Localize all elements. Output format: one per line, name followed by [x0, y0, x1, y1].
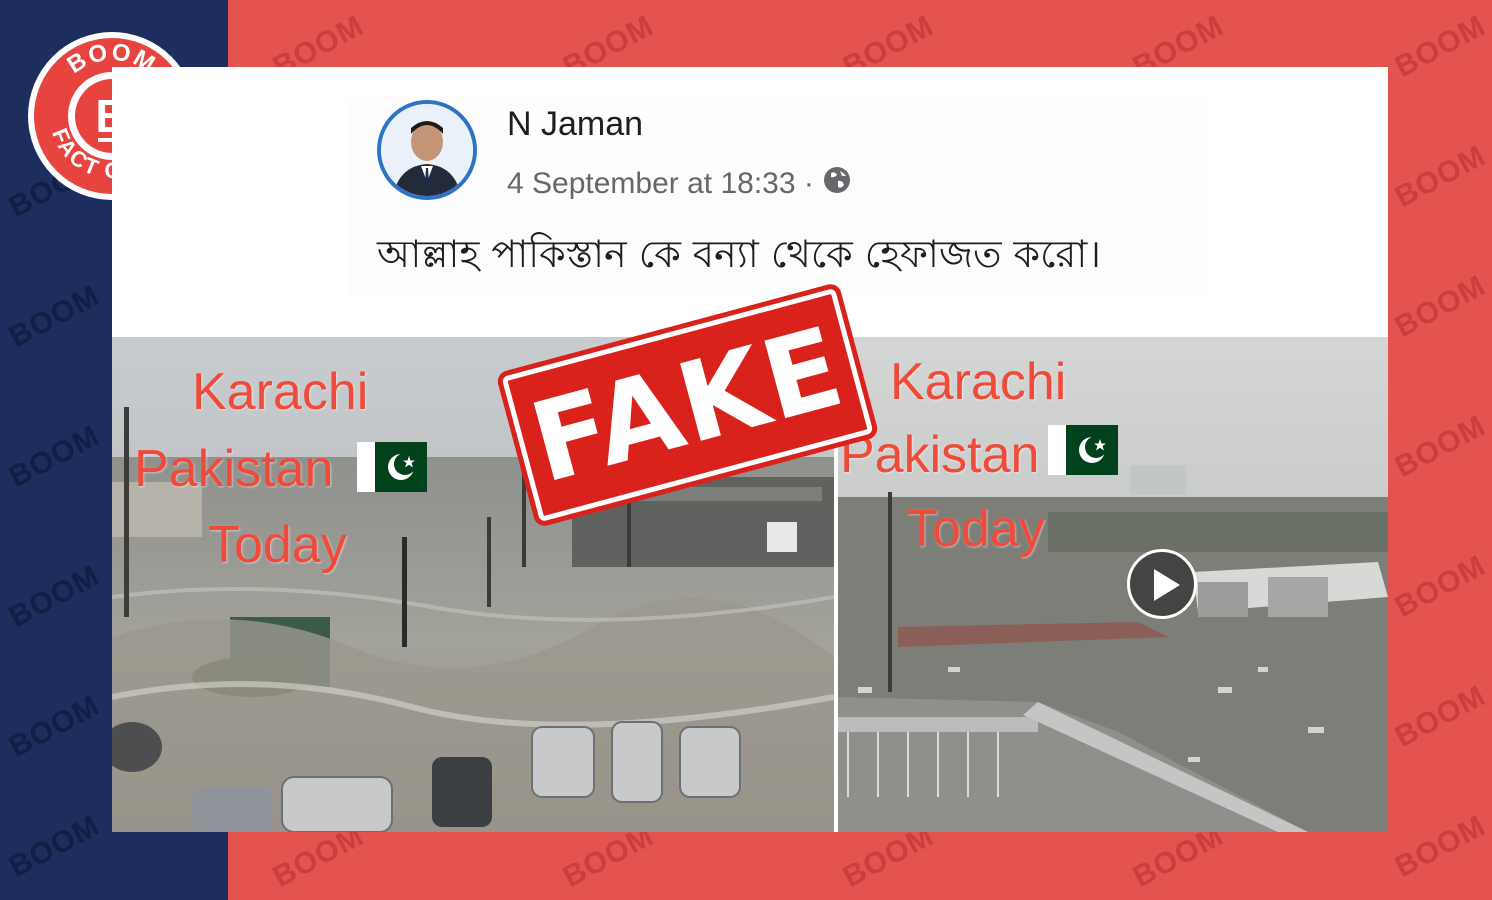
watermark: BOOM — [1389, 9, 1492, 84]
watermark: BOOM — [1389, 269, 1492, 344]
globe-icon[interactable] — [822, 165, 852, 203]
avatar[interactable] — [377, 100, 477, 200]
overlay-country-label: Pakistan — [134, 440, 334, 498]
overlay-date-label: Today — [906, 500, 1045, 558]
overlay-country-label: Pakistan — [840, 426, 1040, 484]
post-timestamp[interactable]: 4 September at 18:33 · — [507, 167, 814, 201]
post-meta: 4 September at 18:33 · — [507, 165, 852, 203]
overlay-date-label: Today — [208, 516, 347, 574]
overlay-city-label: Karachi — [192, 363, 369, 421]
post-text: আল্লাহ পাকিস্তান কে বন্যা থেকে হেফাজত কর… — [377, 232, 1101, 276]
pakistan-flag-icon — [357, 442, 427, 492]
watermark: BOOM — [1389, 679, 1492, 754]
watermark: BOOM — [1389, 139, 1492, 214]
play-icon[interactable] — [1127, 549, 1197, 619]
watermark: BOOM — [1389, 809, 1492, 884]
pakistan-flag-icon — [1048, 425, 1118, 475]
watermark: BOOM — [1389, 549, 1492, 624]
watermark: BOOM — [1389, 409, 1492, 484]
flood-image-right[interactable]: Karachi Pakistan Today — [838, 337, 1388, 832]
facebook-post-header: N Jaman 4 September at 18:33 · আল্লাহ পা… — [349, 97, 1209, 297]
overlay-city-label: Karachi — [890, 353, 1067, 411]
post-author-name[interactable]: N Jaman — [507, 105, 643, 144]
